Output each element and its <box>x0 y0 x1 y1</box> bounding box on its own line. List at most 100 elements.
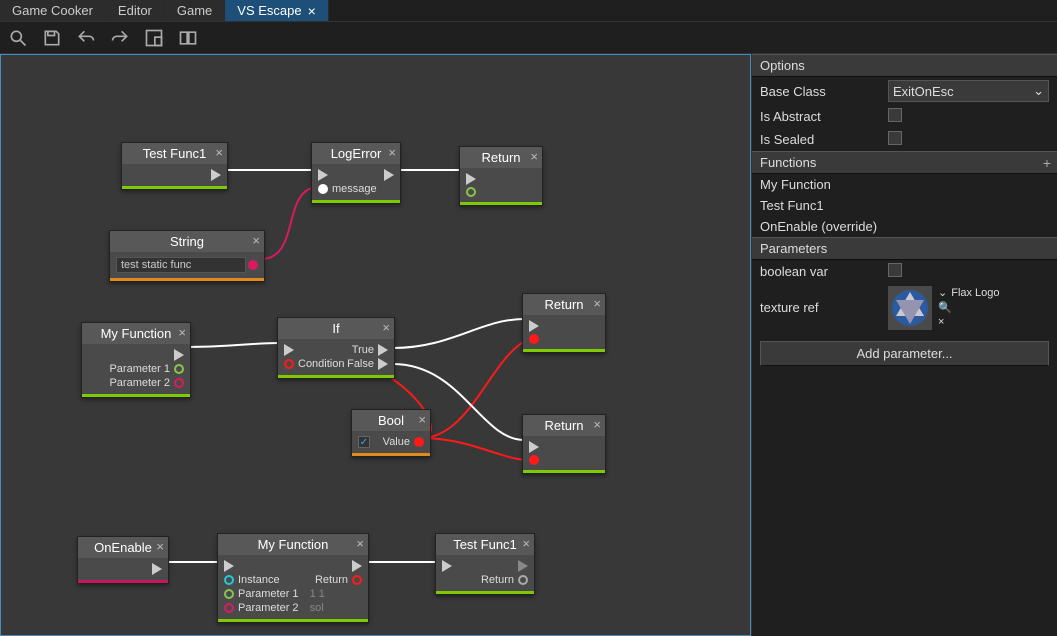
node-my-function-call[interactable]: My Function× InstanceReturn Parameter 1 … <box>217 533 369 623</box>
close-icon[interactable]: × <box>215 145 223 160</box>
data-port[interactable] <box>414 437 424 447</box>
close-icon[interactable]: × <box>522 536 530 551</box>
close-icon[interactable]: × <box>382 320 390 335</box>
base-class-dropdown[interactable]: ExitOnEsc⌄ <box>888 80 1049 102</box>
node-title: Return× <box>523 415 605 436</box>
node-title: LogError× <box>312 143 400 164</box>
function-item[interactable]: OnEnable (override) <box>752 216 1057 237</box>
redo-icon[interactable] <box>108 26 132 50</box>
close-icon[interactable]: × <box>593 296 601 311</box>
bool-var-checkbox[interactable] <box>888 263 902 277</box>
bool-checkbox[interactable]: ✓ <box>358 436 370 448</box>
node-return-2[interactable]: Return× <box>522 293 606 353</box>
node-test-func1-call[interactable]: Test Func1× Return <box>435 533 535 595</box>
exec-in-port[interactable] <box>224 560 234 572</box>
locate-icon[interactable]: 🔍 <box>938 301 1000 314</box>
data-port[interactable] <box>224 589 234 599</box>
data-port[interactable] <box>318 184 328 194</box>
exec-out-port[interactable] <box>518 560 528 572</box>
node-bool[interactable]: Bool× ✓Value <box>351 409 431 457</box>
exec-out-false[interactable] <box>378 358 388 370</box>
options-header: Options <box>752 54 1057 77</box>
tab-game-cooker[interactable]: Game Cooker <box>0 0 106 21</box>
node-test-func1[interactable]: Test Func1× <box>121 142 228 190</box>
texture-preview[interactable] <box>888 286 932 330</box>
exec-in-port[interactable] <box>529 320 539 332</box>
data-port[interactable] <box>352 575 362 585</box>
close-icon[interactable]: × <box>178 325 186 340</box>
exec-out-port[interactable] <box>152 563 162 575</box>
node-on-enable[interactable]: OnEnable× <box>77 536 169 584</box>
data-port[interactable] <box>529 455 539 465</box>
data-port[interactable] <box>518 575 528 585</box>
add-function-icon[interactable]: + <box>1043 155 1051 171</box>
tab-game[interactable]: Game <box>165 0 225 21</box>
node-title: Test Func1× <box>436 534 534 555</box>
string-value-input[interactable] <box>116 257 246 273</box>
search-icon[interactable] <box>6 26 30 50</box>
clear-icon[interactable]: × <box>938 316 1000 328</box>
exec-out-port[interactable] <box>211 169 221 181</box>
exec-in-port[interactable] <box>284 344 294 356</box>
exec-in-port[interactable] <box>466 173 476 185</box>
add-parameter-button[interactable]: Add parameter... <box>760 341 1049 366</box>
exec-in-port[interactable] <box>442 560 452 572</box>
data-port[interactable] <box>174 378 184 388</box>
node-title: Return× <box>523 294 605 315</box>
undo-icon[interactable] <box>74 26 98 50</box>
node-title: My Function× <box>82 323 190 344</box>
close-icon[interactable]: × <box>356 536 364 551</box>
exec-out-port[interactable] <box>352 560 362 572</box>
node-title: Bool× <box>352 410 430 431</box>
node-if[interactable]: If× True ConditionFalse <box>277 317 395 379</box>
save-icon[interactable] <box>40 26 64 50</box>
node-my-function[interactable]: My Function× Parameter 1 Parameter 2 <box>81 322 191 398</box>
base-class-label: Base Class <box>760 84 888 99</box>
exec-out-port[interactable] <box>174 349 184 361</box>
texture-ref-label: texture ref <box>760 286 888 315</box>
is-abstract-checkbox[interactable] <box>888 108 902 122</box>
is-sealed-checkbox[interactable] <box>888 131 902 145</box>
is-sealed-label: Is Sealed <box>760 132 888 147</box>
exec-in-port[interactable] <box>529 441 539 453</box>
tab-bar: Game Cooker Editor Game VS Escape× <box>0 0 1057 22</box>
close-icon[interactable]: × <box>252 233 260 248</box>
close-icon[interactable]: × <box>593 417 601 432</box>
texture-name: Flax Logo <box>951 287 999 299</box>
data-port[interactable] <box>174 364 184 374</box>
node-title: If× <box>278 318 394 339</box>
node-title: String× <box>110 231 264 252</box>
node-title: Test Func1× <box>122 143 227 164</box>
node-log-error[interactable]: LogError× message <box>311 142 401 204</box>
node-title: OnEnable× <box>78 537 168 558</box>
tab-editor[interactable]: Editor <box>106 0 165 21</box>
close-icon[interactable]: × <box>530 149 538 164</box>
data-port-condition[interactable] <box>284 359 294 369</box>
exec-in-port[interactable] <box>318 169 328 181</box>
data-port[interactable] <box>224 603 234 613</box>
exec-out-true[interactable] <box>378 344 388 356</box>
data-port[interactable] <box>466 187 476 197</box>
exec-out-port[interactable] <box>384 169 394 181</box>
graph-canvas[interactable]: Test Func1× LogError× message Return× St… <box>0 54 751 636</box>
node-return-1[interactable]: Return× <box>459 146 543 206</box>
close-icon[interactable]: × <box>156 539 164 554</box>
data-port[interactable] <box>224 575 234 585</box>
bool-var-label: boolean var <box>760 264 888 279</box>
tab-vs-escape[interactable]: VS Escape× <box>225 0 329 21</box>
chevron-down-icon: ⌄ <box>1033 83 1044 99</box>
close-icon[interactable]: × <box>418 412 426 427</box>
center-view-icon[interactable] <box>142 26 166 50</box>
close-icon[interactable]: × <box>388 145 396 160</box>
node-title: Return× <box>460 147 542 168</box>
function-item[interactable]: My Function <box>752 174 1057 195</box>
data-port[interactable] <box>248 260 258 270</box>
close-icon[interactable]: × <box>308 6 316 16</box>
node-string[interactable]: String× <box>109 230 265 282</box>
chevron-down-icon[interactable]: ⌄ <box>938 286 947 299</box>
data-port[interactable] <box>529 334 539 344</box>
node-return-3[interactable]: Return× <box>522 414 606 474</box>
toolbar <box>0 22 1057 54</box>
docs-icon[interactable] <box>176 26 200 50</box>
function-item[interactable]: Test Func1 <box>752 195 1057 216</box>
